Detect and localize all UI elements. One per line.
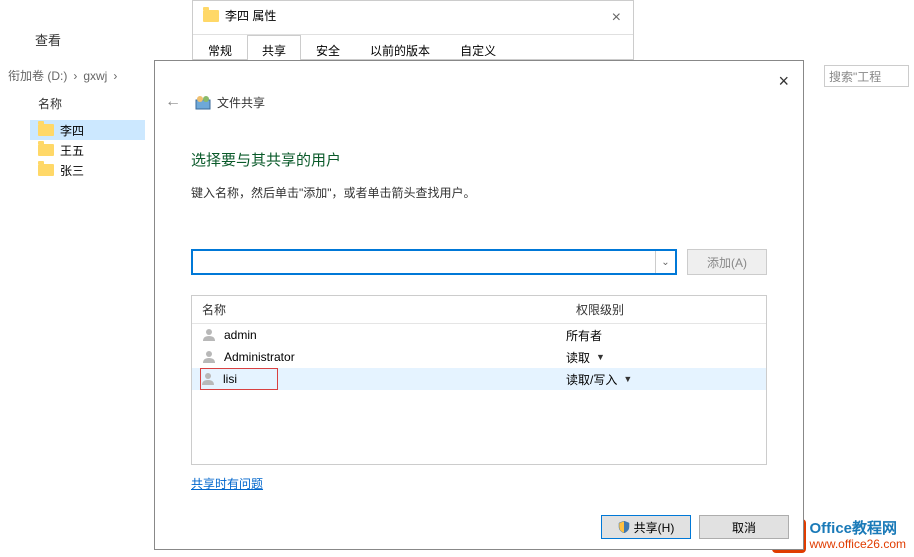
breadcrumb-part: gxwj (83, 69, 107, 83)
user-input[interactable] (193, 251, 655, 273)
cancel-button[interactable]: 取消 (699, 515, 789, 539)
dialog-heading: 选择要与其共享的用户 (191, 149, 767, 170)
folder-item[interactable]: 王五 (30, 140, 145, 160)
folder-label: 王五 (60, 142, 84, 159)
chevron-down-icon[interactable]: ▼ (623, 374, 632, 384)
properties-title: 李四 属性 (225, 7, 276, 24)
highlighted-user: lisi (200, 368, 278, 390)
permission-level: 所有者 (566, 327, 602, 344)
folder-item[interactable]: 张三 (30, 160, 145, 180)
breadcrumb-sep: › (113, 69, 117, 83)
share-button[interactable]: 共享(H) (601, 515, 691, 539)
folder-icon (203, 10, 219, 22)
folder-list: 李四 王五 张三 (30, 120, 145, 180)
user-table: 名称 权限级别 admin 所有者 Administrator 读取 ▼ (191, 295, 767, 465)
table-row[interactable]: Administrator 读取 ▼ (192, 346, 766, 368)
permission-level: 读取/写入 (566, 371, 617, 388)
user-name: lisi (223, 372, 237, 386)
column-header-permission[interactable]: 权限级别 (566, 296, 766, 323)
breadcrumb-sep: › (73, 69, 77, 83)
user-combobox[interactable]: ⌄ (191, 249, 677, 275)
folder-icon (38, 164, 54, 176)
share-button-label: 共享(H) (634, 519, 675, 536)
folder-icon (38, 144, 54, 156)
user-icon (201, 372, 215, 386)
watermark-url: www.office26.com (810, 538, 907, 551)
permission-level: 读取 (566, 349, 590, 366)
file-share-icon (195, 94, 211, 110)
breadcrumb[interactable]: 衔加卷 (D:) › gxwj › (5, 67, 120, 84)
user-icon (202, 350, 216, 364)
file-sharing-dialog: × ← 文件共享 选择要与其共享的用户 键入名称，然后单击"添加"，或者单击箭头… (154, 60, 804, 550)
watermark-title: Office教程网 (810, 521, 907, 538)
properties-dialog: 李四 属性 × 常规 共享 安全 以前的版本 自定义 (192, 0, 634, 60)
user-name: admin (224, 328, 257, 342)
add-button[interactable]: 添加(A) (687, 249, 767, 275)
shield-icon (618, 521, 630, 533)
chevron-down-icon[interactable]: ⌄ (655, 251, 675, 273)
back-arrow-icon[interactable]: ← (165, 93, 181, 111)
search-input[interactable]: 搜索"工程 (824, 65, 909, 87)
user-icon (202, 328, 216, 342)
close-icon[interactable]: × (778, 71, 789, 92)
help-link[interactable]: 共享时有问题 (191, 477, 263, 491)
close-icon[interactable]: × (612, 9, 621, 27)
folder-item[interactable]: 李四 (30, 120, 145, 140)
table-row[interactable]: admin 所有者 (192, 324, 766, 346)
column-header-name[interactable]: 名称 (192, 296, 566, 323)
toolbar-view-label[interactable]: 查看 (35, 30, 61, 49)
folder-label: 李四 (60, 122, 84, 139)
folder-label: 张三 (60, 162, 84, 179)
chevron-down-icon[interactable]: ▼ (596, 352, 605, 362)
column-header-name[interactable]: 名称 (38, 95, 62, 112)
user-name: Administrator (224, 350, 295, 364)
folder-icon (38, 124, 54, 136)
table-row[interactable]: lisi 读取/写入 ▼ (192, 368, 766, 390)
breadcrumb-part: 衔加卷 (D:) (8, 67, 67, 84)
dialog-instruction: 键入名称，然后单击"添加"，或者单击箭头查找用户。 (191, 184, 767, 201)
dialog-title: 文件共享 (217, 94, 265, 111)
